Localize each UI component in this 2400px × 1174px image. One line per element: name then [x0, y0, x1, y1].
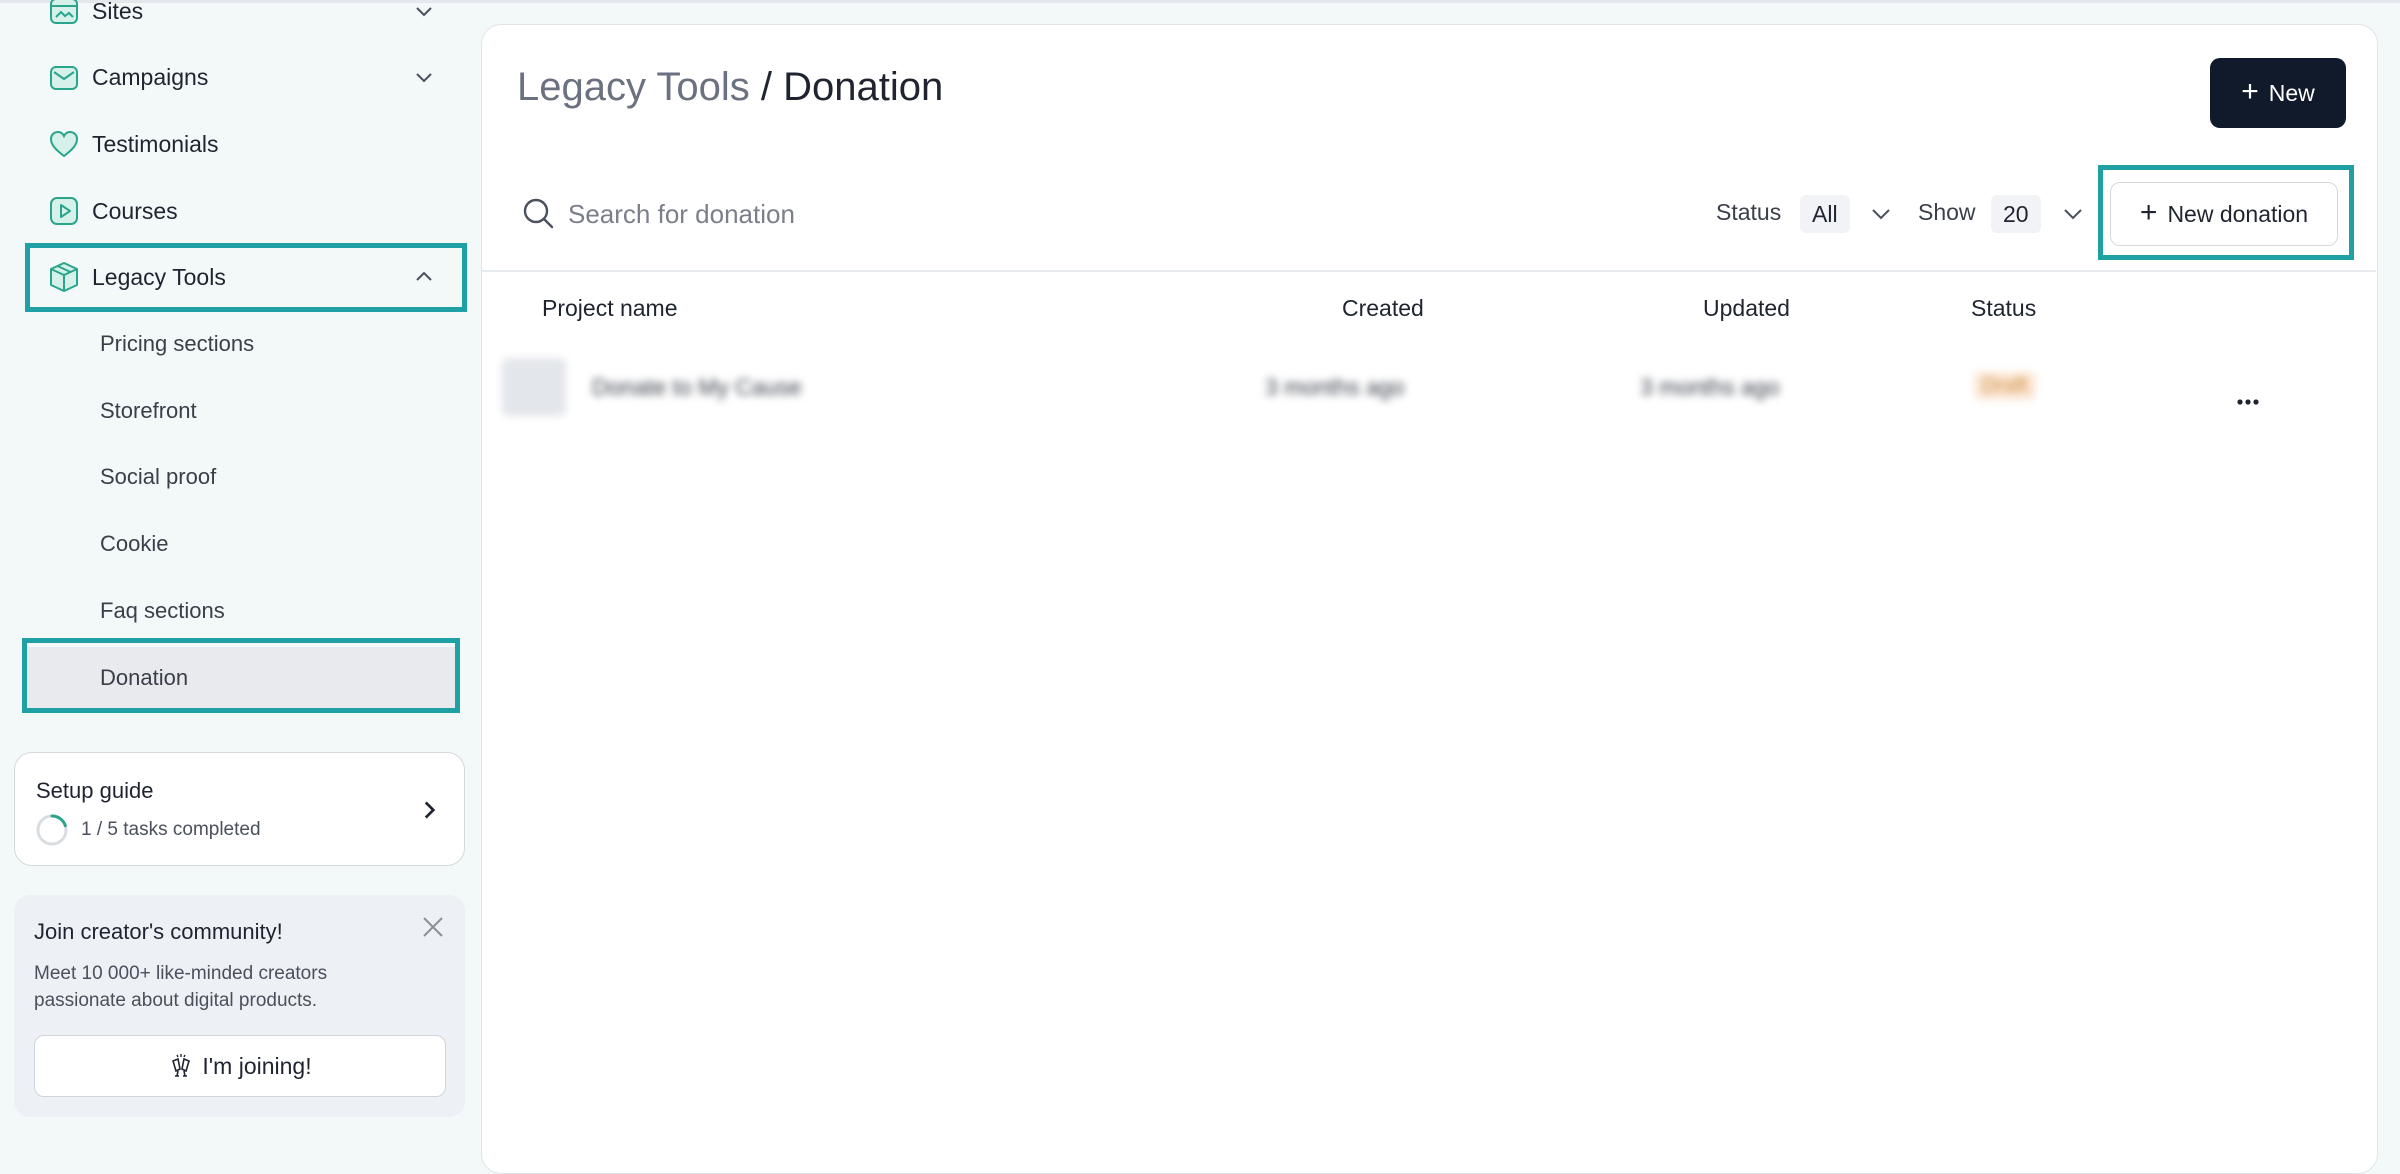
chevron-down-icon[interactable] [412, 0, 436, 23]
sidebar-item-courses[interactable]: Courses [26, 180, 466, 242]
column-header-project-name: Project name [542, 295, 678, 321]
more-options-icon[interactable] [2228, 392, 2268, 412]
chevron-up-icon[interactable] [412, 265, 436, 289]
status-badge: Draft [1974, 372, 2036, 400]
setup-guide-card[interactable]: Setup guide 1 / 5 tasks completed [14, 752, 465, 866]
progress-ring [36, 814, 68, 846]
sidebar-item-campaigns[interactable]: Campaigns [26, 46, 466, 108]
join-button-label: I'm joining! [202, 1052, 312, 1079]
sidebar: Sites Campaigns Testimonials Courses Leg… [0, 0, 480, 1158]
table-row[interactable]: Donate to My Cause 3 months ago 3 months… [482, 352, 2376, 432]
community-title: Join creator's community! [34, 919, 283, 944]
breadcrumb-separator: / [749, 65, 784, 109]
sidebar-subitem-faq-sections[interactable]: Faq sections [22, 581, 458, 641]
sidebar-item-sites[interactable]: Sites [26, 0, 466, 42]
setup-guide-title: Setup guide [36, 778, 154, 803]
sidebar-item-label: Courses [92, 197, 178, 224]
plus-icon: + [2139, 195, 2158, 229]
search-icon [523, 198, 554, 229]
status-filter-value[interactable]: All [1800, 195, 1850, 233]
setup-guide-progress: 1 / 5 tasks completed [81, 819, 261, 840]
show-filter-label: Show [1918, 199, 1976, 225]
new-button-label: New [2268, 79, 2315, 106]
sidebar-subitem-label: Faq sections [100, 598, 225, 623]
new-donation-button[interactable]: + New donation [2110, 182, 2338, 246]
sidebar-item-label: Sites [92, 0, 144, 24]
sidebar-item-legacy-tools[interactable]: Legacy Tools [26, 246, 466, 308]
sidebar-subitem-cookie[interactable]: Cookie [22, 514, 458, 574]
sidebar-subitem-donation[interactable]: Donation [22, 647, 458, 709]
sidebar-item-label: Campaigns [92, 63, 209, 90]
status-filter-label: Status [1716, 199, 1782, 225]
close-icon[interactable] [419, 913, 447, 941]
sidebar-subitem-label: Pricing sections [100, 331, 255, 356]
new-button[interactable]: + New [2210, 58, 2346, 128]
box-icon [50, 262, 78, 292]
plus-icon: + [2241, 74, 2259, 108]
page-title: Donation [783, 65, 944, 109]
divider [482, 270, 2376, 272]
chevron-down-icon[interactable] [2060, 201, 2086, 227]
updated-cell: 3 months ago [1640, 374, 1780, 400]
sidebar-subitem-social-proof[interactable]: Social proof [22, 447, 458, 507]
breadcrumb-parent[interactable]: Legacy Tools [517, 65, 750, 109]
chevron-right-icon [424, 801, 436, 819]
column-header-status: Status [1971, 295, 2037, 321]
created-cell: 3 months ago [1265, 374, 1405, 400]
heart-icon [49, 130, 79, 158]
chevron-down-icon[interactable] [1868, 201, 1894, 227]
mail-icon [50, 66, 78, 90]
sidebar-item-testimonials[interactable]: Testimonials [26, 113, 466, 175]
chevron-down-icon[interactable] [412, 65, 436, 89]
project-thumbnail [502, 358, 566, 416]
sidebar-item-label: Testimonials [92, 130, 219, 157]
play-square-icon [50, 197, 78, 225]
sidebar-subitem-label: Cookie [100, 531, 169, 556]
cheers-icon [172, 1054, 191, 1077]
column-header-updated: Updated [1703, 295, 1790, 321]
sidebar-subitem-label: Storefront [100, 398, 197, 423]
sidebar-item-label: Legacy Tools [92, 263, 226, 290]
community-description: Meet 10 000+ like-minded creators passio… [34, 963, 328, 1011]
community-card: Join creator's community! Meet 10 000+ l… [14, 895, 465, 1117]
breadcrumb: Legacy Tools / Donation [517, 65, 943, 110]
sidebar-subitem-storefront[interactable]: Storefront [22, 381, 458, 441]
sidebar-subitem-pricing-sections[interactable]: Pricing sections [22, 314, 458, 374]
sidebar-subitem-label: Social proof [100, 464, 217, 489]
browser-window-icon [50, 0, 78, 24]
column-header-created: Created [1342, 295, 1424, 321]
sidebar-subitem-label: Donation [100, 665, 189, 690]
search-input[interactable] [566, 193, 1170, 235]
main-panel: Legacy Tools / Donation + New Status All… [481, 24, 2378, 1174]
show-filter-value[interactable]: 20 [1991, 195, 2041, 233]
join-community-button[interactable]: I'm joining! [34, 1035, 446, 1097]
project-name-cell[interactable]: Donate to My Cause [592, 374, 802, 401]
new-donation-label: New donation [2167, 200, 2309, 227]
